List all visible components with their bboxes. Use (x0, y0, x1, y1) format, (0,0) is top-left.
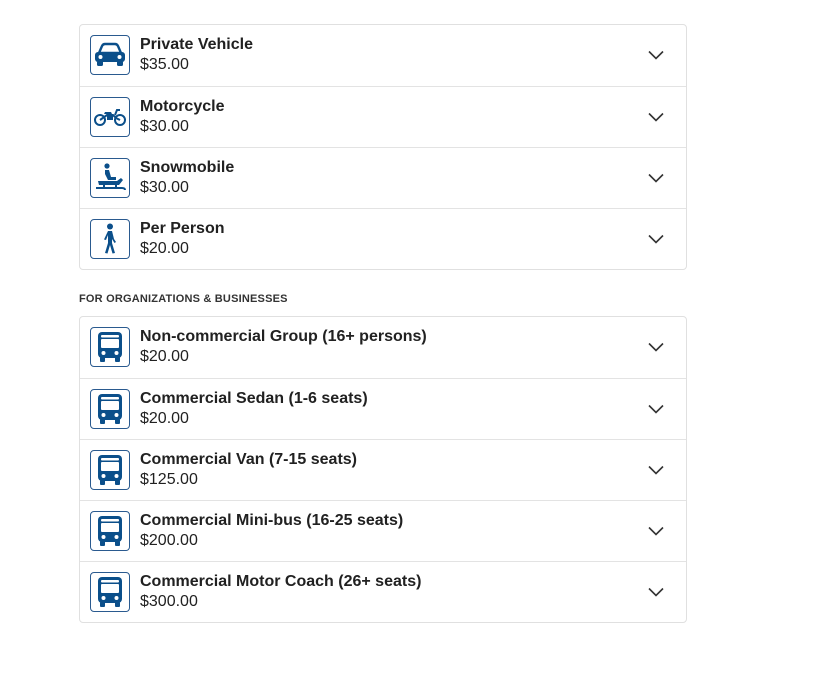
pass-price: $200.00 (140, 532, 198, 549)
pass-price: $35.00 (140, 56, 189, 73)
bus-icon (90, 572, 130, 612)
page: Private Vehicle $35.00 Motorcycle $30.00… (0, 0, 820, 682)
chevron-down-icon[interactable] (648, 584, 664, 600)
pass-title: Non-commercial Group (16+ persons) (140, 328, 427, 345)
pass-title: Snowmobile (140, 159, 235, 176)
chevron-down-icon[interactable] (648, 339, 664, 355)
pass-price: $300.00 (140, 593, 198, 610)
pass-row-non-commercial-group[interactable]: Non-commercial Group (16+ persons) $20.0… (80, 317, 686, 378)
chevron-down-icon[interactable] (648, 170, 664, 186)
section-heading-organizations: FOR ORGANIZATIONS & BUSINESSES (79, 293, 288, 305)
chevron-down-icon[interactable] (648, 109, 664, 125)
business-passes-list: Non-commercial Group (16+ persons) $20.0… (79, 316, 687, 623)
bus-icon (90, 327, 130, 367)
chevron-down-icon[interactable] (648, 401, 664, 417)
person-walking-icon (90, 219, 130, 259)
pass-title: Commercial Motor Coach (26+ seats) (140, 573, 422, 590)
pass-price: $30.00 (140, 118, 189, 135)
chevron-down-icon[interactable] (648, 231, 664, 247)
chevron-down-icon[interactable] (648, 47, 664, 63)
pass-title: Commercial Mini-bus (16-25 seats) (140, 512, 404, 529)
pass-row-commercial-mini-bus[interactable]: Commercial Mini-bus (16-25 seats) $200.0… (80, 500, 686, 561)
individual-passes-list: Private Vehicle $35.00 Motorcycle $30.00… (79, 24, 687, 270)
pass-price: $20.00 (140, 410, 189, 427)
pass-row-private-vehicle[interactable]: Private Vehicle $35.00 (80, 25, 686, 86)
pass-title: Private Vehicle (140, 36, 253, 53)
pass-title: Motorcycle (140, 98, 225, 115)
bus-icon (90, 450, 130, 490)
car-icon (90, 35, 130, 75)
pass-row-commercial-sedan[interactable]: Commercial Sedan (1-6 seats) $20.00 (80, 378, 686, 439)
pass-row-per-person[interactable]: Per Person $20.00 (80, 208, 686, 269)
pass-row-motorcycle[interactable]: Motorcycle $30.00 (80, 86, 686, 147)
pass-title: Commercial Van (7-15 seats) (140, 451, 357, 468)
pass-price: $30.00 (140, 179, 189, 196)
bus-icon (90, 511, 130, 551)
pass-title: Per Person (140, 220, 225, 237)
pass-row-commercial-van[interactable]: Commercial Van (7-15 seats) $125.00 (80, 439, 686, 500)
pass-price: $20.00 (140, 348, 189, 365)
pass-price: $125.00 (140, 471, 198, 488)
chevron-down-icon[interactable] (648, 523, 664, 539)
snowmobile-icon (90, 158, 130, 198)
pass-row-snowmobile[interactable]: Snowmobile $30.00 (80, 147, 686, 208)
motorcycle-icon (90, 97, 130, 137)
pass-price: $20.00 (140, 240, 189, 257)
bus-icon (90, 389, 130, 429)
pass-title: Commercial Sedan (1-6 seats) (140, 390, 368, 407)
chevron-down-icon[interactable] (648, 462, 664, 478)
pass-row-commercial-motor-coach[interactable]: Commercial Motor Coach (26+ seats) $300.… (80, 561, 686, 622)
